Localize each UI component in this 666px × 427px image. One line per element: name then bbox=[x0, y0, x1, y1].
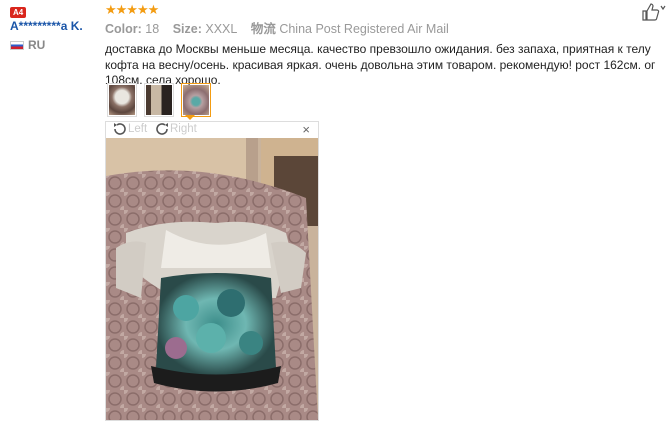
order-details: Color: 18 Size: XXXL 物流 China Post Regis… bbox=[105, 18, 660, 37]
selected-indicator bbox=[185, 115, 195, 120]
photo-thumbnail[interactable] bbox=[107, 83, 137, 117]
level-badge: A4 bbox=[10, 7, 27, 18]
rotate-right-label: Right bbox=[170, 123, 197, 135]
color-value: 18 bbox=[145, 22, 160, 36]
size-label: Size: bbox=[172, 22, 202, 36]
rotate-left-button[interactable]: Left bbox=[113, 122, 147, 136]
reviewer-country: RU bbox=[10, 38, 100, 52]
reviewer-info: A4 A*********a K. RU bbox=[10, 4, 100, 52]
photo-thumbnail-selected[interactable] bbox=[181, 83, 211, 117]
rotate-right-button[interactable]: Right bbox=[155, 122, 197, 136]
rotate-left-label: Left bbox=[128, 123, 148, 135]
country-code: RU bbox=[28, 38, 46, 52]
size-value: XXXL bbox=[205, 22, 238, 36]
photo-thumbnail[interactable] bbox=[144, 83, 174, 117]
color-label: Color: bbox=[105, 22, 142, 36]
shipping-value: China Post Registered Air Mail bbox=[279, 22, 449, 36]
flag-icon bbox=[10, 40, 24, 50]
review-photo bbox=[106, 138, 318, 420]
reviewer-name: A*********a K. bbox=[10, 19, 83, 33]
photo-viewer: Left Right × bbox=[105, 121, 319, 421]
review-text: доставка до Москвы меньше месяца. качест… bbox=[105, 42, 656, 87]
star-rating: ★★★★★ bbox=[105, 2, 159, 17]
photo-thumbnails bbox=[107, 83, 211, 117]
rotate-right-icon bbox=[156, 123, 168, 135]
viewer-toolbar: Left Right × bbox=[106, 122, 318, 138]
rotate-left-icon bbox=[114, 123, 126, 135]
review-body: ★★★★★ Color: 18 Size: XXXL 物流 China Post… bbox=[105, 2, 660, 89]
shipping-label: 物流 bbox=[250, 22, 276, 36]
close-icon[interactable]: × bbox=[302, 122, 310, 137]
